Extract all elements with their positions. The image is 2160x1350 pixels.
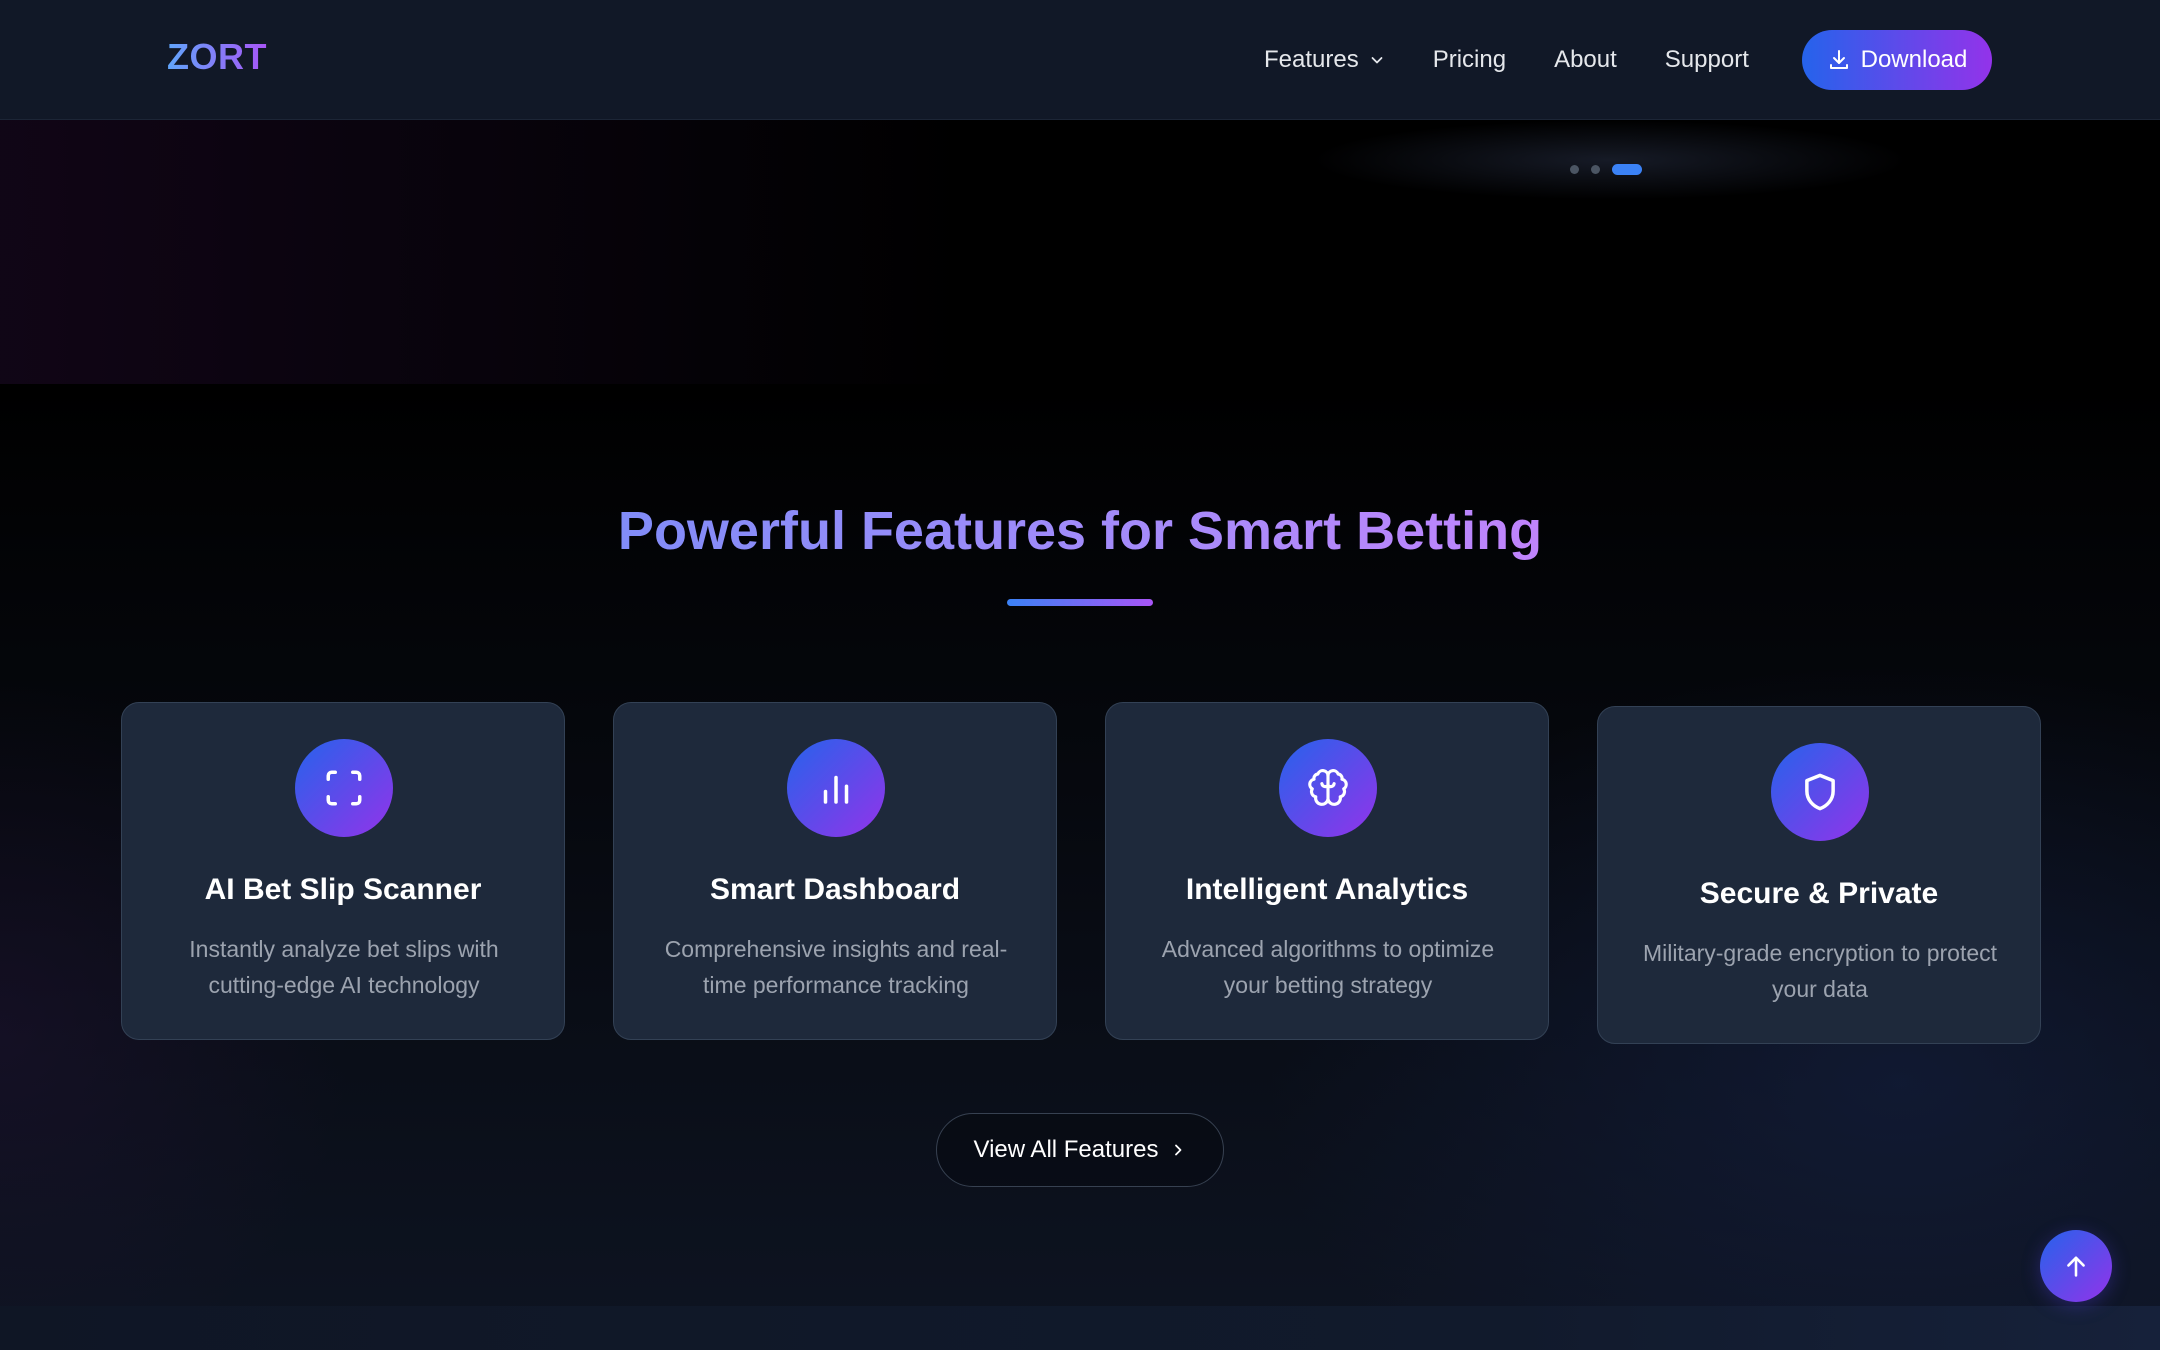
section-title: Powerful Features for Smart Betting	[617, 501, 1543, 561]
card-icon-circle	[1279, 739, 1377, 837]
nav-item-label: Pricing	[1432, 46, 1507, 73]
scan-icon	[326, 770, 362, 806]
feature-card[interactable]: Smart Dashboard Comprehensive insights a…	[613, 702, 1057, 1040]
nav-item-label: Features	[1264, 46, 1359, 73]
nav-item-about[interactable]: About	[1554, 46, 1617, 74]
card-description: Advanced algorithms to optimize your bet…	[1161, 936, 1495, 998]
brain-icon	[1308, 769, 1348, 806]
feature-card[interactable]: Secure & Private Military-grade encrypti…	[1597, 706, 2041, 1044]
chevron-down-icon	[1371, 57, 1383, 64]
logo[interactable]: ZORT	[167, 36, 267, 78]
view-all-features-button[interactable]: View All Features	[936, 1113, 1224, 1187]
chevron-right-icon	[1175, 1144, 1182, 1156]
card-description: Comprehensive insights and real-time per…	[664, 936, 1008, 998]
card-icon-circle	[295, 739, 393, 837]
title-underline	[1007, 599, 1153, 606]
feature-card[interactable]: Intelligent Analytics Advanced algorithm…	[1105, 702, 1549, 1040]
carousel-dot-active[interactable]	[1612, 164, 1642, 175]
card-title: Smart Dashboard	[709, 873, 961, 906]
card-icon-circle	[787, 739, 885, 837]
shield-icon	[1805, 773, 1835, 811]
nav-item-features[interactable]: Features	[1264, 46, 1385, 74]
main-nav: Features Pricing About Support	[1264, 30, 1797, 90]
arrow-up-icon	[2067, 1256, 2085, 1277]
card-description: Military-grade encryption to protect you…	[1642, 940, 1998, 1002]
card-title: Intelligent Analytics	[1185, 873, 1469, 906]
download-button[interactable]: Download	[1802, 30, 1992, 90]
nav-item-label: Support	[1664, 46, 1749, 73]
next-section-edge	[0, 1306, 2160, 1350]
site-header: ZORT Features Pricing About Support Down…	[0, 0, 2160, 120]
card-icon-circle	[1771, 743, 1869, 841]
card-description: Instantly analyze bet slips with cutting…	[189, 936, 499, 998]
feature-card[interactable]: AI Bet Slip Scanner Instantly analyze be…	[121, 702, 565, 1040]
bar-chart-icon	[823, 775, 849, 804]
scroll-to-top-button[interactable]	[2040, 1230, 2112, 1302]
nav-item-support[interactable]: Support	[1665, 46, 1749, 74]
download-icon	[1829, 50, 1848, 69]
view-all-label: View All Features	[973, 1136, 1159, 1163]
card-title: AI Bet Slip Scanner	[204, 873, 482, 906]
nav-item-pricing[interactable]: Pricing	[1433, 46, 1506, 74]
nav-item-label: About	[1554, 46, 1617, 73]
carousel-dot[interactable]	[1570, 165, 1579, 174]
download-label: Download	[1860, 46, 1968, 73]
hero-glow	[1310, 120, 1910, 200]
carousel-indicators	[1570, 164, 1642, 175]
carousel-dot[interactable]	[1591, 165, 1600, 174]
card-title: Secure & Private	[1699, 877, 1939, 910]
